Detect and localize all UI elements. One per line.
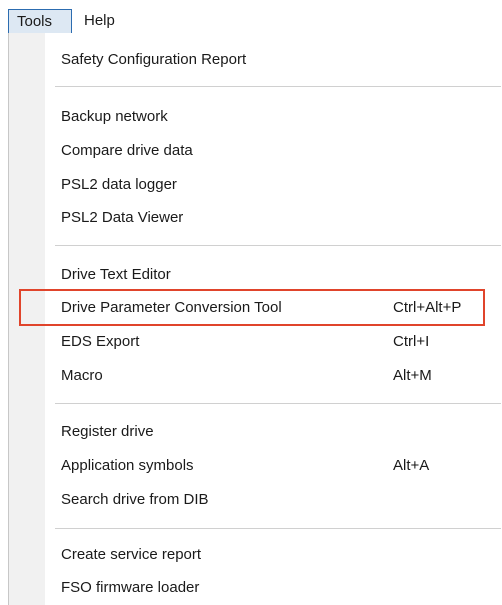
menu-separator bbox=[55, 86, 501, 87]
menu-item-safety-configuration-report[interactable]: Safety Configuration Report bbox=[9, 43, 502, 77]
tools-dropdown-menu: Safety Configuration Report Backup netwo… bbox=[8, 33, 502, 605]
menu-item-macro[interactable]: Macro Alt+M bbox=[9, 359, 502, 393]
menu-item-label: Drive Text Editor bbox=[61, 266, 171, 283]
menu-item-shortcut: Ctrl+I bbox=[393, 333, 430, 350]
menu-help[interactable]: Help bbox=[84, 9, 134, 33]
menu-item-search-drive-from-dib[interactable]: Search drive from DIB bbox=[9, 483, 502, 517]
menu-item-drive-text-editor[interactable]: Drive Text Editor bbox=[9, 258, 502, 292]
menu-item-fso-firmware-loader[interactable]: FSO firmware loader bbox=[9, 571, 502, 605]
menu-item-label: Backup network bbox=[61, 108, 168, 125]
menu-item-backup-network[interactable]: Backup network bbox=[9, 100, 502, 134]
menu-separator bbox=[55, 528, 501, 529]
menu-separator bbox=[55, 245, 501, 246]
menu-item-label: PSL2 Data Viewer bbox=[61, 209, 184, 226]
menu-item-label: FSO firmware loader bbox=[61, 579, 200, 596]
menu-separator bbox=[55, 403, 501, 404]
menu-item-label: Application symbols bbox=[61, 457, 194, 474]
menu-item-label: EDS Export bbox=[61, 333, 140, 350]
menu-item-compare-drive-data[interactable]: Compare drive data bbox=[9, 134, 502, 168]
menu-bar: Tools Help bbox=[0, 0, 502, 36]
menu-item-label: PSL2 data logger bbox=[61, 176, 177, 193]
menu-item-label: Register drive bbox=[61, 423, 154, 440]
menu-item-psl2-data-logger[interactable]: PSL2 data logger bbox=[9, 168, 502, 202]
menu-item-label: Macro bbox=[61, 367, 103, 384]
menu-item-label: Compare drive data bbox=[61, 142, 193, 159]
menu-item-label: Safety Configuration Report bbox=[61, 51, 247, 68]
menu-item-shortcut: Alt+A bbox=[393, 457, 430, 474]
menu-item-eds-export[interactable]: EDS Export Ctrl+I bbox=[9, 325, 502, 359]
menu-item-shortcut: Alt+M bbox=[393, 367, 432, 384]
menu-item-create-service-report[interactable]: Create service report bbox=[9, 538, 502, 572]
menu-item-label: Create service report bbox=[61, 546, 202, 563]
menu-item-psl2-data-viewer[interactable]: PSL2 Data Viewer bbox=[9, 201, 502, 235]
highlight-annotation-box bbox=[19, 289, 485, 326]
menu-item-label: Search drive from DIB bbox=[61, 491, 209, 508]
menu-item-application-symbols[interactable]: Application symbols Alt+A bbox=[9, 449, 502, 483]
menu-tools[interactable]: Tools bbox=[8, 9, 72, 33]
menu-item-register-drive[interactable]: Register drive bbox=[9, 415, 502, 449]
